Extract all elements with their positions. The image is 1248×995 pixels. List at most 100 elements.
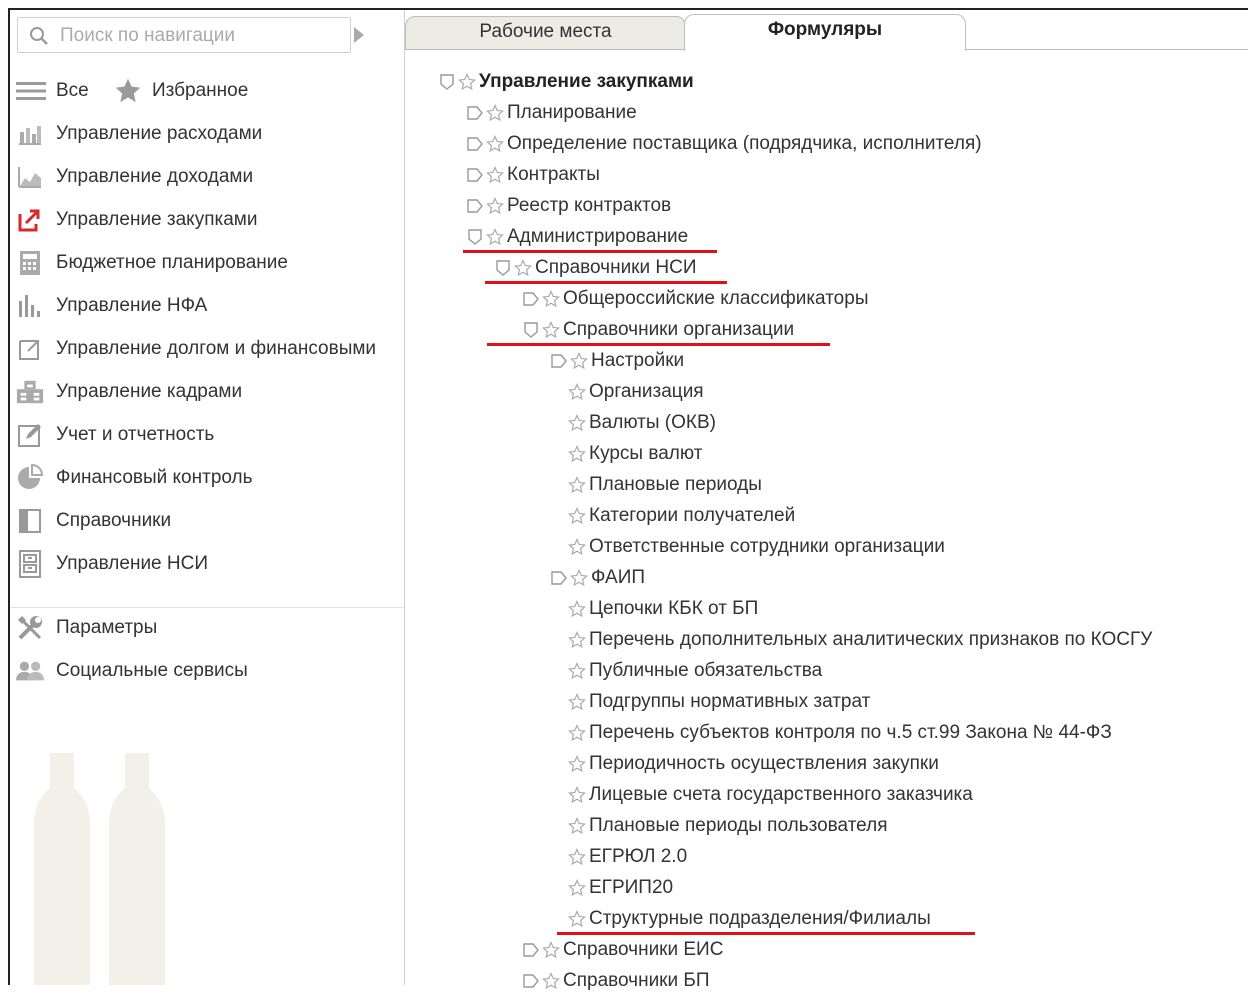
collapsed-node-icon[interactable] [523, 942, 539, 958]
favorite-star-icon[interactable] [567, 785, 587, 805]
favorite-star-icon[interactable] [567, 661, 587, 681]
favorite-star-icon[interactable] [567, 816, 587, 836]
nav-item-fin-control[interactable]: Финансовый контроль [16, 463, 253, 493]
favorite-star-icon[interactable] [567, 444, 587, 464]
tree-node[interactable]: Перечень дополнительных аналитических пр… [567, 626, 1152, 654]
favorite-star-icon[interactable] [485, 227, 505, 247]
tree-node[interactable]: Администрирование [467, 223, 688, 251]
tree-node[interactable]: Справочники организации [523, 316, 794, 344]
nav-item-nsi[interactable]: Управление НСИ [16, 549, 208, 579]
expanded-node-icon[interactable] [467, 229, 483, 245]
tree-node[interactable]: Плановые периоды [567, 471, 762, 499]
favorite-star-icon[interactable] [567, 630, 587, 650]
nav-item-income[interactable]: Управление доходами [16, 162, 253, 192]
tree-node[interactable]: Курсы валют [567, 440, 702, 468]
tree-node-label: Подгруппы нормативных затрат [589, 691, 871, 712]
tree-node[interactable]: Определение поставщика (подрядчика, испо… [467, 130, 982, 158]
collapsed-node-icon[interactable] [467, 105, 483, 121]
favorite-star-icon[interactable] [485, 165, 505, 185]
favorite-star-icon[interactable] [485, 196, 505, 216]
tab-workplaces[interactable]: Рабочие места [405, 16, 686, 50]
nav-item-nfa[interactable]: Управление НФА [16, 291, 207, 321]
tree-node[interactable]: Настройки [551, 347, 684, 375]
collapsed-node-icon[interactable] [523, 973, 539, 989]
favorite-star-icon[interactable] [567, 382, 587, 402]
favorite-star-icon[interactable] [541, 289, 561, 309]
tree-node[interactable]: Управление закупками [439, 68, 694, 96]
tree-node[interactable]: Справочники НСИ [495, 254, 696, 282]
tree-node[interactable]: ЕГРЮЛ 2.0 [567, 843, 687, 871]
favorite-star-icon[interactable] [569, 351, 589, 371]
tree-node[interactable]: Публичные обязательства [567, 657, 822, 685]
tree-node[interactable]: Ответственные сотрудники организации [567, 533, 945, 561]
search-box[interactable] [17, 17, 351, 53]
collapsed-node-icon[interactable] [551, 570, 567, 586]
nav-all[interactable]: Все [16, 76, 89, 106]
tree-node[interactable]: Справочники ЕИС [523, 936, 723, 964]
expanded-node-icon[interactable] [495, 260, 511, 276]
tab-forms[interactable]: Формуляры [684, 14, 966, 51]
favorite-star-icon[interactable] [485, 103, 505, 123]
tree-node[interactable]: Организация [567, 378, 704, 406]
nav-all-label: Все [56, 80, 89, 101]
favorite-star-icon[interactable] [541, 971, 561, 991]
tree-node[interactable]: Плановые периоды пользователя [567, 812, 888, 840]
favorite-star-icon[interactable] [485, 134, 505, 154]
tree-node[interactable]: Справочники БП [523, 967, 710, 995]
collapsed-node-icon[interactable] [467, 136, 483, 152]
nav-item-parameters[interactable]: Параметры [16, 613, 157, 643]
collapsed-node-icon[interactable] [523, 291, 539, 307]
tree-node[interactable]: Лицевые счета государственного заказчика [567, 781, 973, 809]
expanded-node-icon[interactable] [439, 74, 455, 90]
tree-node[interactable]: Подгруппы нормативных затрат [567, 688, 870, 716]
tree-node[interactable]: Планирование [467, 99, 637, 127]
favorite-star-icon[interactable] [541, 320, 561, 340]
tree-node[interactable]: Валюты (ОКВ) [567, 409, 716, 437]
collapsed-node-icon[interactable] [551, 353, 567, 369]
favorite-star-icon[interactable] [567, 909, 587, 929]
search-input[interactable] [58, 22, 342, 50]
favorite-star-icon[interactable] [567, 723, 587, 743]
nav-item-debt[interactable]: Управление долгом и финансовыми [16, 334, 376, 364]
tree-node-label: Справочники организации [563, 319, 795, 340]
favorite-star-icon[interactable] [541, 940, 561, 960]
tree-node[interactable]: Категории получателей [567, 502, 795, 530]
nav-item-accounting[interactable]: Учет и отчетность [16, 420, 214, 450]
tree-node-label: ФАИП [591, 567, 646, 588]
nav-item-hr[interactable]: Управление кадрами [16, 377, 242, 407]
tree-node[interactable]: ФАИП [551, 564, 645, 592]
tree-node[interactable]: Структурные подразделения/Филиалы [567, 905, 931, 933]
nav-item-procurement[interactable]: Управление закупками [16, 205, 257, 235]
favorite-star-icon[interactable] [567, 475, 587, 495]
favorite-star-icon[interactable] [567, 599, 587, 619]
nav-item-references[interactable]: Справочники [16, 506, 171, 536]
tree-node[interactable]: ЕГРИП20 [567, 874, 673, 902]
collapsed-node-icon[interactable] [467, 198, 483, 214]
tree-node[interactable]: Контракты [467, 161, 600, 189]
tree-node[interactable]: Периодичность осуществления закупки [567, 750, 939, 778]
search-go-icon[interactable] [354, 27, 364, 43]
collapsed-node-icon[interactable] [467, 167, 483, 183]
tree-node-label: Лицевые счета государственного заказчика [589, 784, 973, 805]
nav-item-label: Управление НФА [56, 295, 208, 316]
favorite-star-icon[interactable] [513, 258, 533, 278]
favorite-star-icon[interactable] [569, 568, 589, 588]
favorite-star-icon[interactable] [457, 72, 477, 92]
expanded-node-icon[interactable] [523, 322, 539, 338]
favorite-star-icon[interactable] [567, 847, 587, 867]
tree-node[interactable]: Общероссийские классификаторы [523, 285, 868, 313]
favorite-star-icon[interactable] [567, 754, 587, 774]
hamburger-icon [16, 77, 46, 105]
favorite-star-icon[interactable] [567, 413, 587, 433]
nav-favorites[interactable]: Избранное [114, 76, 248, 106]
nav-item-expenses[interactable]: Управление расходами [16, 119, 262, 149]
tree-node[interactable]: Реестр контрактов [467, 192, 671, 220]
favorite-star-icon[interactable] [567, 506, 587, 526]
nav-item-budget-planning[interactable]: Бюджетное планирование [16, 248, 288, 278]
nav-item-social[interactable]: Социальные сервисы [16, 656, 248, 686]
favorite-star-icon[interactable] [567, 692, 587, 712]
tree-node[interactable]: Цепочки КБК от БП [567, 595, 758, 623]
tree-node[interactable]: Перечень субъектов контроля по ч.5 ст.99… [567, 719, 1112, 747]
favorite-star-icon[interactable] [567, 878, 587, 898]
favorite-star-icon[interactable] [567, 537, 587, 557]
